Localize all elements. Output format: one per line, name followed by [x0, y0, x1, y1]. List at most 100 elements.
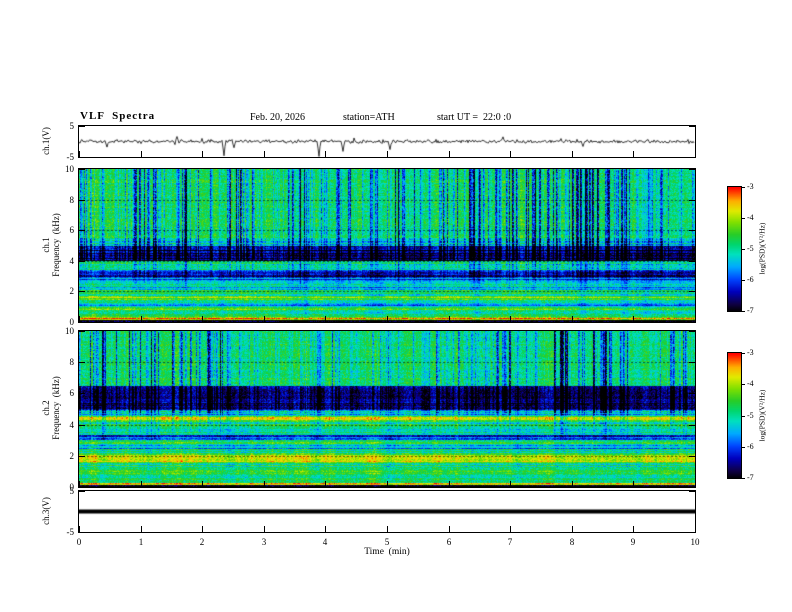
x-tick [202, 481, 203, 487]
x-tick [202, 526, 203, 532]
colorbar-tick [742, 249, 745, 250]
colorbar-ch2-label: log(PSD)(V²/Hz) [757, 389, 767, 442]
x-tick-label: 6 [446, 537, 452, 547]
colorbar-tick [742, 447, 745, 448]
x-tick [695, 151, 696, 157]
y-tick-label: 10 [65, 164, 74, 174]
colorbar-tick [742, 416, 745, 417]
figure-title: VLF Spectra [80, 110, 156, 122]
x-tick-label: 4 [322, 537, 328, 547]
colorbar-ch1-canvas [728, 187, 741, 311]
y-tick [79, 200, 85, 201]
x-tick [510, 481, 511, 487]
y-tick-label: 4 [69, 420, 75, 430]
y-tick [79, 362, 85, 363]
y-tick-label: 2 [69, 286, 75, 296]
y-tick [689, 291, 695, 292]
colorbar-tick-label: -7 [747, 306, 754, 315]
colorbar-ch1-label: log(PSD)(V²/Hz) [757, 222, 767, 275]
y-tick [79, 169, 85, 170]
y-tick [689, 393, 695, 394]
colorbar-tick-label: -5 [747, 411, 754, 420]
y-tick [79, 157, 85, 158]
colorbar-tick [742, 218, 745, 219]
x-tick [264, 526, 265, 532]
x-tick [387, 481, 388, 487]
x-tick-label: 2 [199, 537, 205, 547]
y-tick [689, 261, 695, 262]
time-axis-label: Time (min) [364, 547, 410, 557]
x-tick [510, 151, 511, 157]
colorbar-ch1 [727, 186, 742, 312]
ch2-spectrogram-panel [78, 330, 696, 488]
y-tick [79, 456, 85, 457]
x-tick [572, 481, 573, 487]
y-tick [79, 261, 85, 262]
x-tick-label: 0 [76, 537, 82, 547]
colorbar-tick [742, 311, 745, 312]
x-tick [633, 151, 634, 157]
colorbar-tick [742, 478, 745, 479]
x-tick [633, 481, 634, 487]
colorbar-tick [742, 384, 745, 385]
y-tick-label: -5 [66, 152, 75, 162]
y-tick-label: 4 [69, 256, 75, 266]
y-tick [689, 200, 695, 201]
x-tick-label: 10 [690, 537, 700, 547]
colorbar-tick-label: -3 [747, 182, 754, 191]
y-tick-label: 6 [69, 225, 75, 235]
x-tick [79, 151, 80, 157]
y-tick [689, 157, 695, 158]
x-tick-label: 8 [569, 537, 575, 547]
x-tick [202, 316, 203, 322]
vlf-spectra-figure: VLF Spectra Feb. 20, 2026 station=ATH st… [0, 0, 792, 612]
x-tick [695, 481, 696, 487]
colorbar-tick-label: -5 [747, 244, 754, 253]
colorbar-tick [742, 353, 745, 354]
y-tick [689, 230, 695, 231]
x-tick [633, 526, 634, 532]
x-tick [325, 481, 326, 487]
colorbar-ch2-canvas [728, 353, 741, 478]
ch1-spectrogram-panel [78, 168, 696, 323]
header-station: station=ATH [343, 112, 395, 123]
y-tick [689, 491, 695, 492]
ch1-voltage-axis-label: ch.1(V) [41, 127, 51, 155]
colorbar-tick [742, 280, 745, 281]
y-tick [689, 322, 695, 323]
y-tick [79, 291, 85, 292]
x-tick [449, 526, 450, 532]
y-tick [689, 425, 695, 426]
y-tick [79, 393, 85, 394]
x-tick-label: 9 [630, 537, 636, 547]
x-tick [141, 151, 142, 157]
x-tick [79, 481, 80, 487]
y-tick [79, 331, 85, 332]
colorbar-tick-label: -7 [747, 473, 754, 482]
y-tick [79, 322, 85, 323]
y-tick-label: 5 [69, 121, 75, 131]
colorbar-tick-label: -4 [747, 213, 754, 222]
x-tick [141, 481, 142, 487]
x-tick [572, 151, 573, 157]
x-tick [572, 526, 573, 532]
header-start-ut: start UT = 22:0 :0 [437, 112, 512, 123]
x-tick [449, 316, 450, 322]
y-tick [689, 532, 695, 533]
y-tick-label: 6 [69, 388, 75, 398]
y-tick [689, 362, 695, 363]
colorbar-tick-label: -4 [747, 379, 754, 388]
y-tick-label: 8 [69, 357, 75, 367]
x-tick [325, 526, 326, 532]
x-tick [695, 316, 696, 322]
y-tick [689, 456, 695, 457]
x-tick [141, 316, 142, 322]
x-tick [264, 481, 265, 487]
x-tick [141, 526, 142, 532]
y-tick-label: 5 [69, 486, 75, 496]
x-tick [387, 526, 388, 532]
x-tick [325, 151, 326, 157]
y-tick [79, 532, 85, 533]
x-tick-label: 5 [384, 537, 390, 547]
x-tick [572, 316, 573, 322]
